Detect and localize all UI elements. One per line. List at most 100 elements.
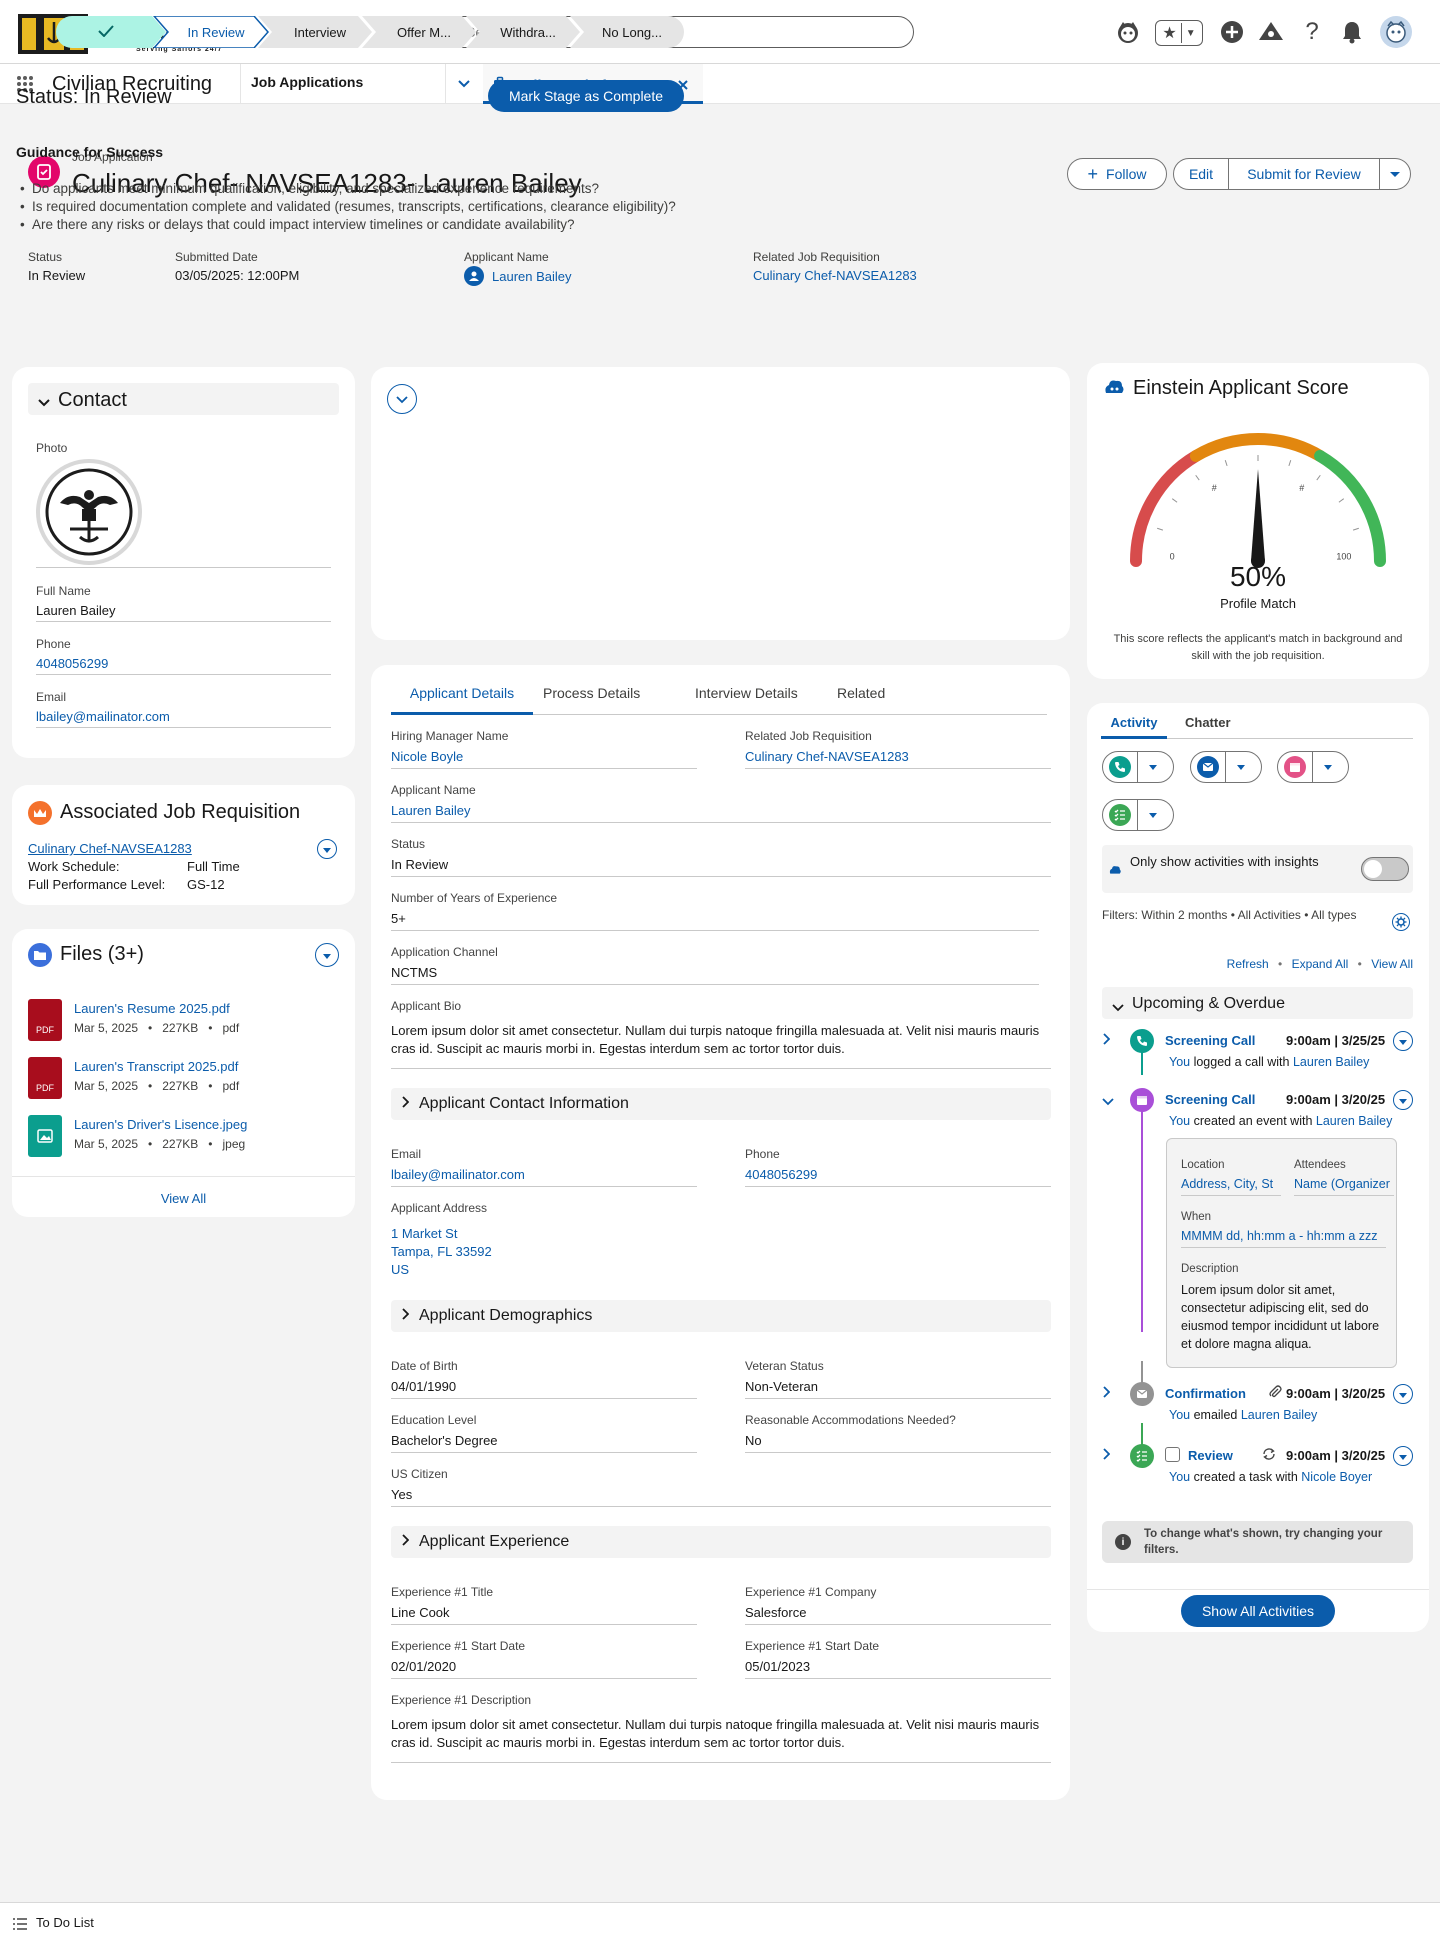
- tab-applicant-details[interactable]: Applicant Details: [391, 685, 533, 715]
- chevron-down-icon[interactable]: [1102, 1094, 1114, 1109]
- gauge-tick: [1288, 460, 1292, 467]
- address-link[interactable]: 1 Market St Tampa, FL 33592 US: [391, 1225, 492, 1279]
- status-label: Status: [391, 837, 426, 851]
- activity-item-call[interactable]: Screening Call 9:00am | 3/25/25 You logg…: [1102, 1029, 1413, 1069]
- gauge-segment-low: [1130, 449, 1202, 567]
- activity-title[interactable]: Screening Call: [1165, 1092, 1255, 1107]
- tab-interview-details[interactable]: Interview Details: [695, 685, 798, 701]
- stage-interview[interactable]: Interview: [272, 16, 368, 48]
- chevron-right-icon[interactable]: [1102, 1448, 1111, 1463]
- tab-job-applications[interactable]: Job Applications: [240, 64, 446, 104]
- activity-title[interactable]: Screening Call: [1165, 1033, 1255, 1048]
- activity-item-event[interactable]: Screening Call 9:00am | 3/20/25 You crea…: [1102, 1088, 1413, 1128]
- tab-chatter[interactable]: Chatter: [1185, 715, 1231, 730]
- activity-tabs: Activity Chatter: [1101, 703, 1413, 739]
- new-task-button[interactable]: [1102, 799, 1174, 831]
- stage-in-review[interactable]: In Review: [168, 16, 264, 48]
- email-button[interactable]: [1190, 751, 1262, 783]
- attendees-value[interactable]: Name (Organizer: [1294, 1177, 1396, 1191]
- insights-toggle[interactable]: [1361, 857, 1409, 881]
- file-item[interactable]: Lauren's Driver's Lisence.jpeg Mar 5, 20…: [28, 1115, 339, 1163]
- favorites-button[interactable]: ★ ▼: [1155, 20, 1203, 46]
- demographics-section-header[interactable]: Applicant Demographics: [391, 1300, 1051, 1332]
- stage-withdrawn[interactable]: Withdra...: [480, 16, 576, 48]
- todo-list-button[interactable]: To Do List: [36, 1915, 94, 1930]
- mark-stage-complete-button[interactable]: Mark Stage as Complete: [488, 80, 684, 112]
- more-actions-button[interactable]: [1379, 158, 1411, 190]
- file-meta: Mar 5, 2025 • 227KB • pdf: [74, 1021, 240, 1035]
- log-call-button[interactable]: [1102, 751, 1174, 783]
- files-view-all-link[interactable]: View All: [12, 1191, 355, 1206]
- upcoming-section-header[interactable]: Upcoming & Overdue: [1102, 987, 1413, 1019]
- file-item[interactable]: PDF Lauren's Resume 2025.pdf Mar 5, 2025…: [28, 999, 339, 1047]
- follow-button[interactable]: + Follow: [1067, 158, 1167, 190]
- related-requisition-link[interactable]: Culinary Chef-NAVSEA1283: [745, 749, 909, 764]
- location-value[interactable]: Address, City, St: [1181, 1177, 1281, 1191]
- gauge-tick: [1195, 474, 1200, 481]
- refresh-link[interactable]: Refresh: [1227, 957, 1269, 971]
- new-event-button[interactable]: [1277, 751, 1349, 783]
- files-actions-button[interactable]: [315, 943, 339, 967]
- task-checkbox[interactable]: [1165, 1447, 1180, 1462]
- activity-summary: You logged a call with Lauren Bailey: [1169, 1055, 1370, 1069]
- activity-item-email[interactable]: Confirmation 9:00am | 3/20/25 You emaile…: [1102, 1382, 1413, 1422]
- chevron-right-icon[interactable]: [1102, 1033, 1111, 1048]
- chevron-down-icon: [1313, 764, 1343, 771]
- tab-related[interactable]: Related: [837, 685, 885, 701]
- notifications-icon[interactable]: [1338, 18, 1366, 46]
- expand-all-link[interactable]: Expand All: [1292, 957, 1349, 971]
- file-name[interactable]: Lauren's Resume 2025.pdf: [74, 1001, 230, 1016]
- file-item[interactable]: PDF Lauren's Transcript 2025.pdf Mar 5, …: [28, 1057, 339, 1105]
- phone-link[interactable]: 4048056299: [745, 1167, 817, 1182]
- file-name[interactable]: Lauren's Driver's Lisence.jpeg: [74, 1117, 247, 1132]
- view-all-link[interactable]: View All: [1371, 957, 1413, 971]
- phone-link[interactable]: 4048056299: [36, 656, 108, 671]
- hiring-manager-link[interactable]: Nicole Boyle: [391, 749, 463, 764]
- trailhead-icon[interactable]: [1257, 18, 1285, 46]
- requisition-link[interactable]: Culinary Chef-NAVSEA1283: [753, 268, 917, 283]
- tab-activity[interactable]: Activity: [1101, 711, 1167, 739]
- show-all-activities-button[interactable]: Show All Activities: [1181, 1595, 1335, 1627]
- activity-title[interactable]: Confirmation: [1165, 1386, 1246, 1401]
- applicant-name-link[interactable]: Lauren Bailey: [391, 803, 471, 818]
- when-value[interactable]: MMMM dd, hh:mm a - hh:mm a zzz: [1181, 1229, 1396, 1243]
- activity-summary: You emailed Lauren Bailey: [1169, 1408, 1318, 1422]
- settings-icon[interactable]: [1392, 913, 1410, 931]
- activity-actions-button[interactable]: [1393, 1031, 1413, 1051]
- activity-actions-button[interactable]: [1393, 1090, 1413, 1110]
- activity-date: 9:00am | 3/20/25: [1286, 1448, 1386, 1463]
- tab-overflow-button[interactable]: [446, 64, 482, 104]
- stage-completed[interactable]: [56, 16, 156, 48]
- stage-no-longer[interactable]: No Long...: [584, 16, 680, 48]
- submit-for-review-button[interactable]: Submit for Review: [1228, 158, 1380, 190]
- stage-offer[interactable]: Offer M...: [376, 16, 472, 48]
- guidance-title: Guidance for Success: [16, 144, 164, 160]
- requisition-card-link[interactable]: Culinary Chef-NAVSEA1283: [28, 841, 192, 856]
- email-link[interactable]: lbailey@mailinator.com: [391, 1167, 525, 1182]
- gauge-label-high-mid: #: [1299, 483, 1304, 493]
- us-citizen-label: US Citizen: [391, 1467, 448, 1481]
- contact-section-header[interactable]: Contact: [28, 383, 339, 415]
- chevron-down-icon: [1398, 1093, 1408, 1108]
- applicant-name-link[interactable]: Lauren Bailey: [492, 269, 572, 284]
- file-name[interactable]: Lauren's Transcript 2025.pdf: [74, 1059, 238, 1074]
- activity-actions-button[interactable]: [1393, 1384, 1413, 1404]
- contact-info-section-header[interactable]: Applicant Contact Information: [391, 1088, 1051, 1120]
- user-avatar[interactable]: [1380, 16, 1412, 48]
- experience-section-header[interactable]: Applicant Experience: [391, 1526, 1051, 1558]
- score-value: 50%: [1229, 561, 1287, 592]
- astro-icon[interactable]: [1114, 18, 1142, 46]
- activity-title[interactable]: Review: [1188, 1448, 1233, 1463]
- activity-item-task[interactable]: Review 9:00am | 3/20/25 You created a ta…: [1102, 1444, 1413, 1484]
- gauge-needle: [1251, 469, 1265, 561]
- edit-button[interactable]: Edit: [1173, 158, 1229, 190]
- path-toggle-button[interactable]: [387, 384, 417, 414]
- stage-path: In Review Interview Offer M... Withdra..…: [56, 16, 684, 48]
- tab-process-details[interactable]: Process Details: [543, 685, 640, 701]
- email-link[interactable]: lbailey@mailinator.com: [36, 709, 170, 724]
- help-icon[interactable]: ?: [1298, 18, 1326, 46]
- activity-actions-button[interactable]: [1393, 1446, 1413, 1466]
- add-icon[interactable]: [1218, 18, 1246, 46]
- chevron-right-icon[interactable]: [1102, 1386, 1111, 1401]
- requisition-actions-button[interactable]: [317, 839, 337, 859]
